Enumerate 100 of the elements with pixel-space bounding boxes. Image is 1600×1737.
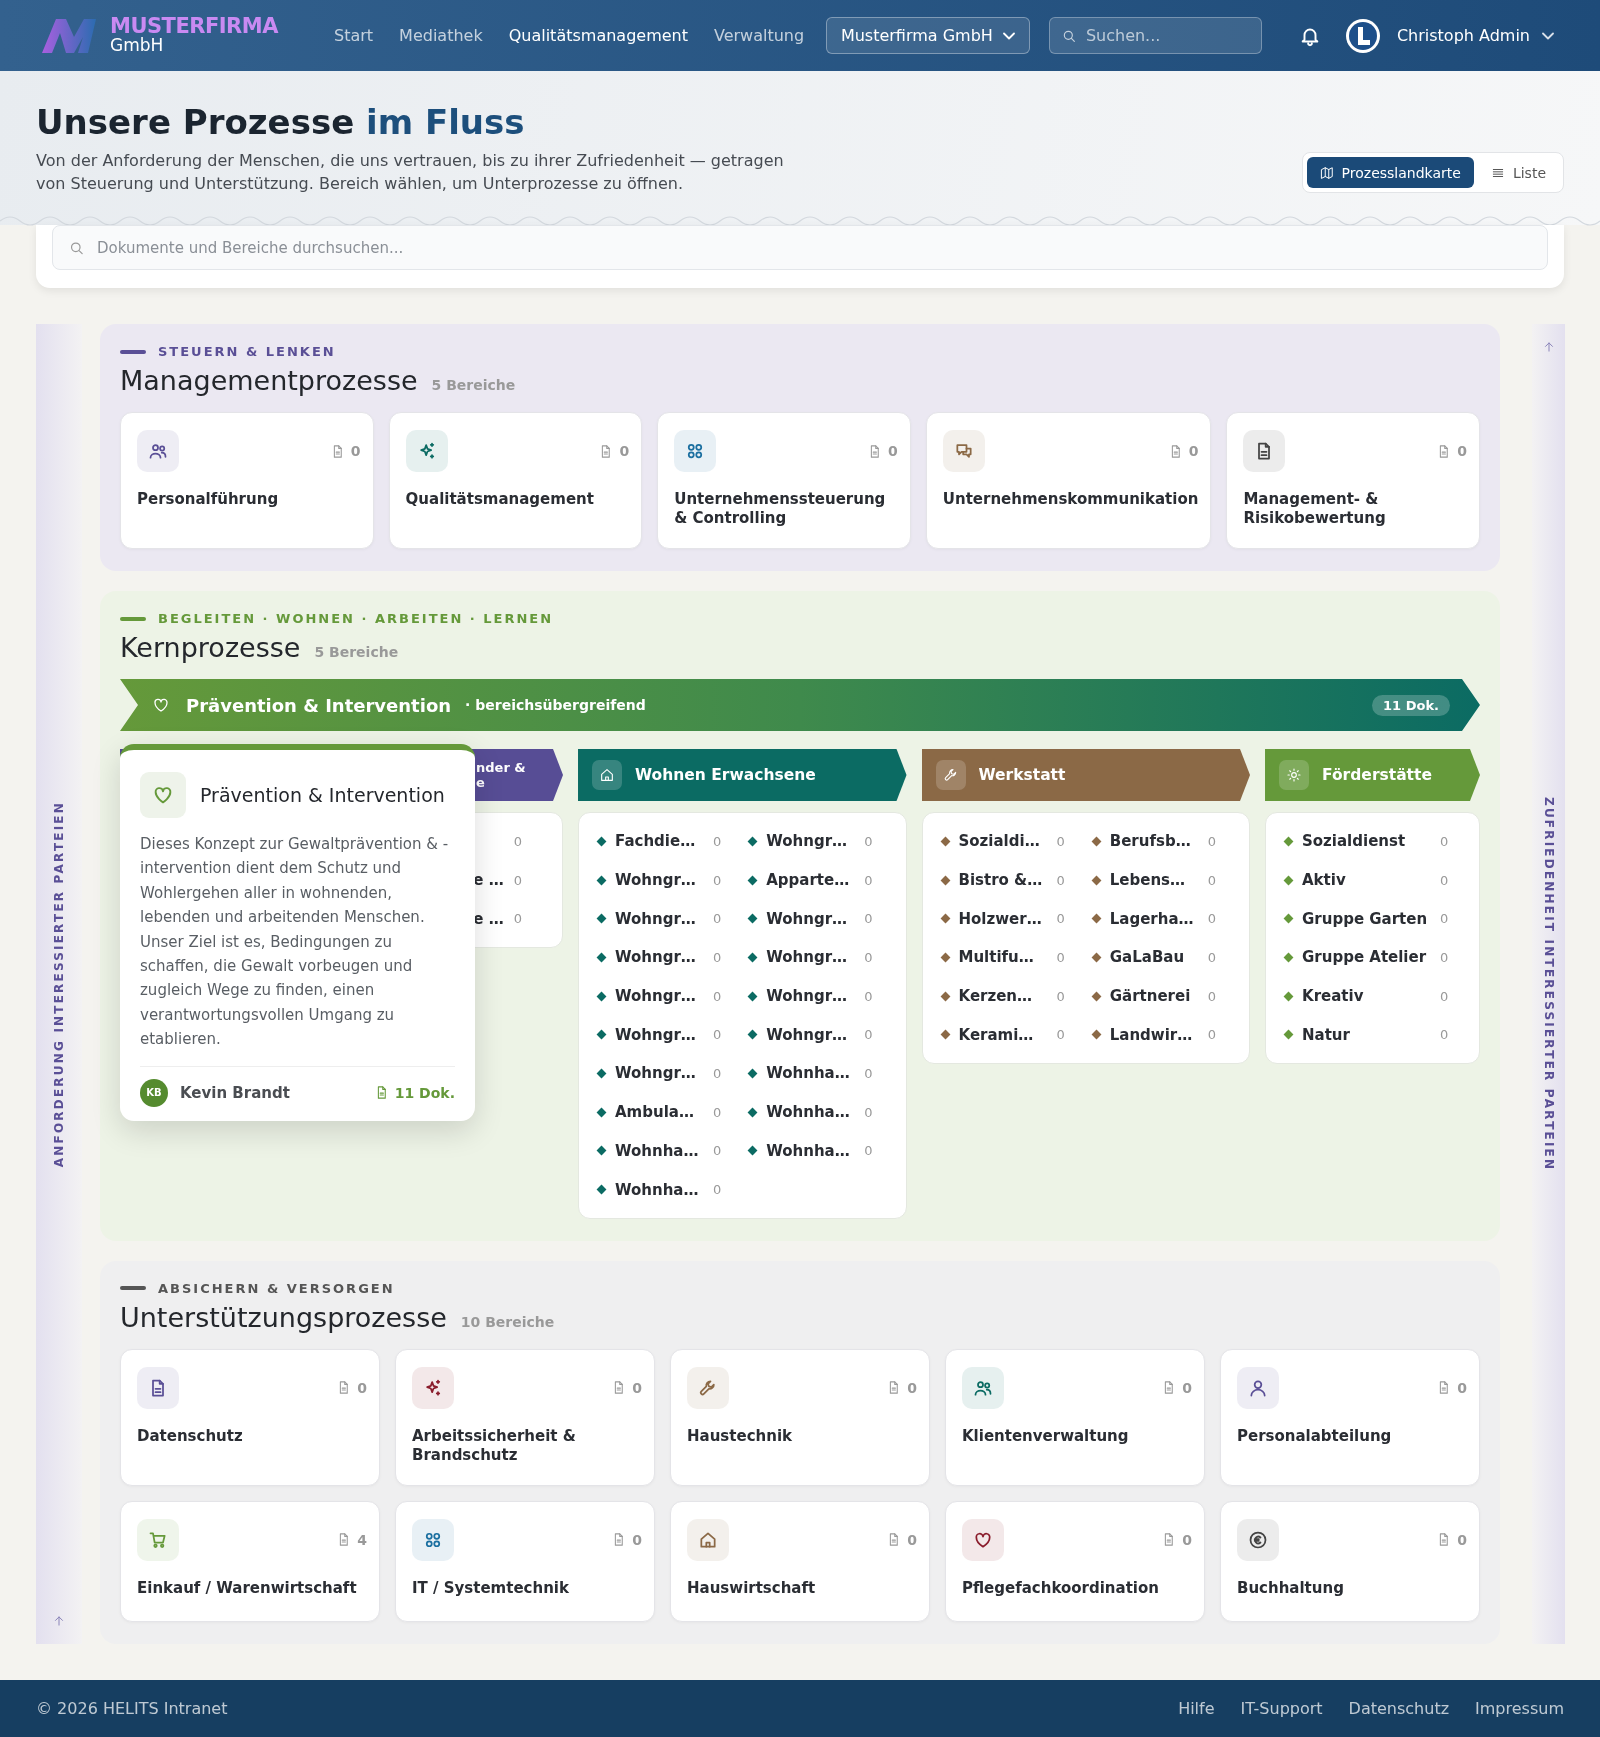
banner-title: Prävention & Intervention [186,694,452,716]
author-avatar: KB [140,1078,168,1107]
area-card[interactable]: 0 IT / Systemtechnik [395,1500,655,1622]
side-label: ZUFRIEDENHEIT INTERESSIERTER PARTEIEN [1541,796,1556,1172]
subprocess-link[interactable]: Wohngr… [615,987,703,1006]
area-card[interactable]: 0 Arbeitssicherheit & Brandschutz [395,1348,655,1486]
subprocess-link[interactable]: Wohngr… [615,909,703,928]
document-count: 0 [632,1531,642,1548]
subprocess-link[interactable]: Apparte… [766,871,855,890]
subprocess-link[interactable]: Fachdie… [615,832,703,851]
area-card[interactable]: 0 Unternehmenskommunikation [925,412,1212,549]
document-count: 0 [1440,949,1449,965]
map-icon [1319,165,1334,180]
subprocess-link[interactable]: Wohngr… [615,948,703,967]
nav-link[interactable]: Mediathek [399,26,483,45]
company-select[interactable]: Musterfirma GmbH [825,17,1030,54]
subprocess-link[interactable]: Sozialdienst [1302,832,1430,851]
subprocess-link[interactable]: Berufsb… [1109,832,1198,851]
column-header[interactable]: Werkstatt [921,749,1250,801]
area-card[interactable]: 0 Unternehmenssteuerung & Controlling [657,412,911,549]
subprocess-link[interactable]: Wohngr… [766,832,855,851]
subprocess-link[interactable]: Kerzen… [958,987,1047,1006]
subprocess-link[interactable]: Wohngr… [615,1025,703,1044]
area-card[interactable]: 0 Klientenverwaltung [945,1348,1205,1486]
subprocess-link[interactable]: Kreativ [1302,987,1430,1006]
subprocess-link[interactable]: GaLaBau [1109,948,1198,967]
subprocess-link[interactable]: Ambula… [615,1103,703,1122]
footer-link[interactable]: Datenschutz [1348,1699,1450,1718]
subprocess-link[interactable]: Wohngr… [766,909,855,928]
document-count: 0 [864,949,873,965]
document-count: 0 [1440,988,1449,1004]
area-name: Hauswirtschaft [687,1578,817,1598]
document-count: 0 [1457,1379,1467,1396]
subprocess-link[interactable]: Wohnha… [615,1141,703,1160]
avatar-icon[interactable] [1344,17,1381,54]
area-name: Qualitätsmanagement [405,490,595,509]
heart-icon [152,696,170,714]
process-banner[interactable]: Prävention & Intervention · bereichsübergreifend 11 Dok. [120,679,1480,731]
subprocess-link[interactable]: Wohngr… [766,1025,855,1044]
document-count: 0 [1440,833,1449,849]
area-card[interactable]: 4 Einkauf / Warenwirtschaft [120,1500,380,1622]
subprocess-link[interactable]: Lebens… [1109,871,1198,890]
subprocess-link[interactable]: Gärtnerei [1109,987,1198,1006]
area-card[interactable]: 0 Personalabteilung [1220,1348,1480,1486]
subprocess-link[interactable]: Wohngr… [766,948,855,967]
user-menu[interactable]: Christoph Admin [1390,25,1560,46]
subprocess-link[interactable]: Kerami… [958,1025,1047,1044]
section-eyebrow: BEGLEITEN · WOHNEN · ARBEITEN · LERNEN [158,611,554,626]
view-tab[interactable]: Liste [1477,157,1559,188]
nav-link[interactable]: Verwaltung [713,26,805,45]
subprocess-link[interactable]: Gruppe Garten [1302,909,1430,928]
subprocess-link[interactable]: Wohnha… [766,1064,855,1083]
area-card[interactable]: 0 Personalführung [120,412,374,549]
document-count: 0 [1207,949,1217,965]
search-field[interactable]: Dokumente und Bereiche durchsuchen... [52,225,1548,270]
subprocess-link[interactable]: Multifu… [958,948,1047,967]
document-count: 0 [1440,872,1449,888]
area-card[interactable]: 0 Qualitätsmanagement [388,412,643,549]
subprocess-link[interactable]: Wohnha… [766,1103,855,1122]
section-count: 5 Bereiche [431,377,516,393]
document-count: 0 [713,1027,722,1043]
footer-link[interactable]: Impressum [1475,1699,1564,1718]
document-count: 0 [1207,988,1217,1004]
area-card[interactable]: 0 Haustechnik [670,1348,930,1486]
area-card[interactable]: 0 Pflegefachkoordination [945,1500,1205,1622]
subprocess-link[interactable]: Bistro &… [958,871,1047,890]
house-icon [599,767,615,783]
document-count: 0 [864,833,873,849]
subprocess-link[interactable]: Wohngr… [766,987,855,1006]
subprocess-link[interactable]: Wohnha… [766,1141,855,1160]
nav-link[interactable]: Start [334,26,374,45]
subprocess-link[interactable]: Lagerha… [1109,909,1198,928]
document-count: 0 [513,833,522,849]
area-card[interactable]: 0 Management- & Risikobewertung [1226,412,1480,549]
footer-link[interactable]: IT-Support [1240,1699,1323,1718]
subprocess-link[interactable]: Natur [1302,1025,1430,1044]
area-name: Einkauf / Warenwirtschaft [137,1578,358,1598]
view-tab[interactable]: Prozesslandkarte [1306,157,1474,188]
page-title: Unsere Prozesse im Fluss [36,101,526,143]
subprocess-link[interactable]: Wohnha… [615,1180,703,1199]
area-card[interactable]: 0 Hauswirtschaft [670,1500,930,1622]
area-card[interactable]: 0 Buchhaltung [1220,1500,1480,1622]
nav-link[interactable]: Qualitätsmanagement [508,26,688,45]
subprocess-link[interactable]: Holzwer… [958,909,1047,928]
subprocess-link[interactable]: Sozialdi… [958,832,1047,851]
subprocess-link[interactable]: Landwir… [1109,1025,1198,1044]
area-name: Personalführung [137,490,280,509]
document-count: 0 [1457,443,1467,459]
section-eyebrow: STEUERN & LENKEN [158,344,336,359]
document-count: 0 [1207,911,1217,927]
subprocess-link[interactable]: Aktiv [1302,871,1430,890]
subprocess-link[interactable]: Wohngr… [615,1064,703,1083]
document-count: 0 [864,988,873,1004]
subprocess-link[interactable]: Gruppe Atelier [1302,948,1430,967]
document-count: 0 [619,443,630,459]
area-card[interactable]: 0 Datenschutz [120,1348,380,1486]
footer-link[interactable]: Hilfe [1178,1699,1215,1718]
subprocess-link[interactable]: Wohngr… [615,871,703,890]
document-count: 0 [864,1027,873,1043]
column-header[interactable]: Wohnen Erwachsene [578,749,907,801]
